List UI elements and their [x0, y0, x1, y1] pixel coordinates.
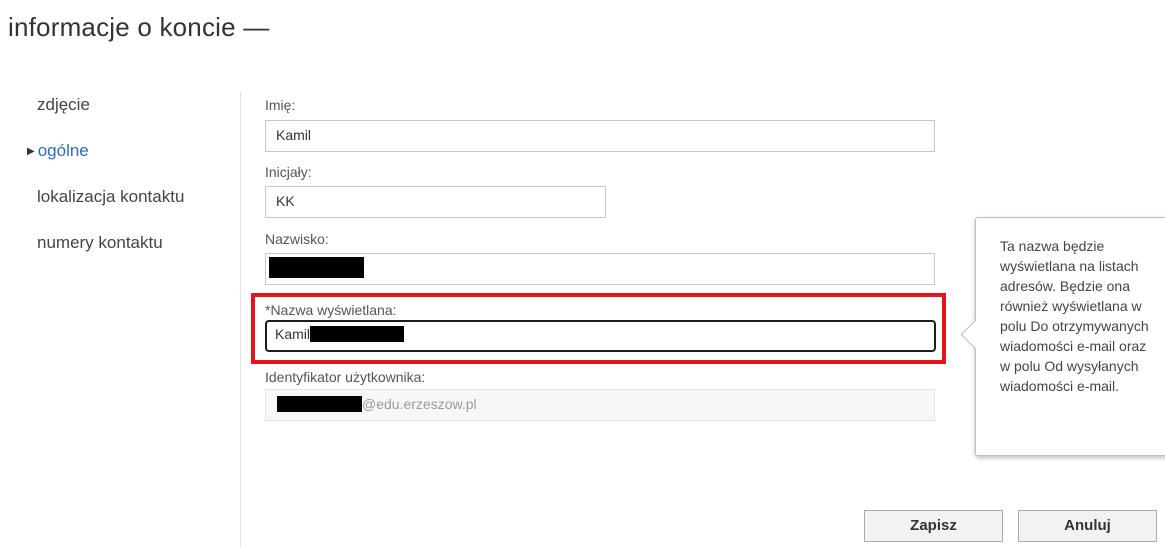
user-id-label: Identyfikator użytkownika: [265, 369, 426, 385]
nav-item-label: lokalizacja kontaktu [37, 187, 185, 206]
save-button[interactable]: Zapisz [864, 510, 1003, 542]
first-name-field[interactable]: Kamil [265, 120, 935, 152]
display-name-field[interactable]: Kamil [265, 320, 936, 352]
first-name-label: Imię: [265, 97, 296, 113]
vertical-divider [240, 92, 241, 547]
nav-item-label: zdjęcie [37, 95, 90, 114]
redaction-box [269, 257, 364, 278]
nav-item-label: ogólne [37, 141, 89, 160]
last-name-field[interactable] [265, 253, 935, 285]
display-name-label: *Nazwa wyświetlana: [265, 302, 397, 318]
nav-item-general[interactable]: ▶ ogólne [27, 141, 89, 161]
redaction-box [277, 396, 362, 412]
cancel-button[interactable]: Anuluj [1018, 510, 1157, 542]
display-name-value: Kamil [275, 326, 311, 342]
nav-item-contact-location[interactable]: lokalizacja kontaktu [37, 187, 184, 207]
nav-item-label: numery kontaktu [37, 233, 163, 252]
nav-item-photo[interactable]: zdjęcie [37, 95, 90, 115]
page-title: informacje o koncie — [8, 12, 270, 42]
initials-value: KK [276, 193, 295, 209]
nav-item-contact-numbers[interactable]: numery kontaktu [37, 233, 163, 253]
redaction-box [310, 326, 405, 342]
initials-field[interactable]: KK [265, 186, 606, 218]
tooltip-pointer [960, 319, 991, 350]
help-tooltip: Ta nazwa będzie wyświetlana na listach a… [960, 217, 1165, 456]
tooltip-text: Ta nazwa będzie wyświetlana na listach a… [1000, 238, 1149, 394]
initials-label: Inicjały: [265, 164, 312, 180]
caret-right-icon: ▶ [27, 146, 35, 157]
user-id-field: @edu.erzeszow.pl [265, 389, 935, 421]
first-name-value: Kamil [276, 127, 312, 143]
last-name-label: Nazwisko: [265, 231, 329, 247]
user-id-domain: @edu.erzeszow.pl [362, 396, 477, 412]
